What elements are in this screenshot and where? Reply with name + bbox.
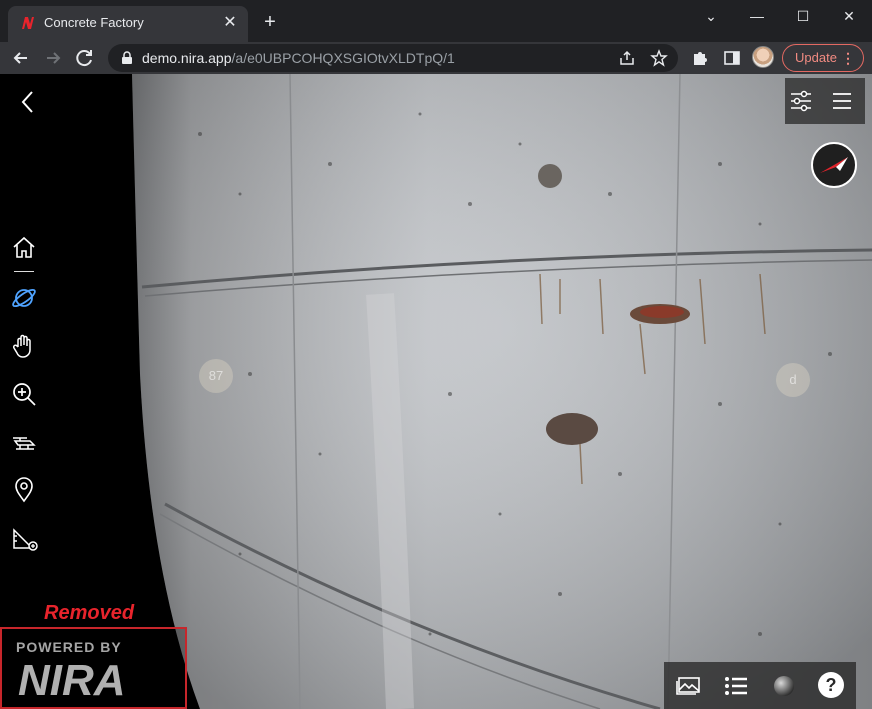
forward-arrow-icon[interactable] (40, 45, 66, 71)
list-icon[interactable] (722, 672, 750, 700)
powered-by-text: POWERED BY (16, 639, 122, 655)
nira-watermark: POWERED BY NIRA (0, 627, 187, 709)
side-panel-icon[interactable] (722, 48, 742, 68)
maximize-button[interactable]: ☐ (780, 0, 826, 32)
share-icon[interactable] (618, 49, 636, 67)
hotspot-marker[interactable]: d (776, 363, 810, 397)
gallery-icon[interactable] (674, 672, 702, 700)
nira-logo-text: NIRA (18, 657, 126, 701)
close-window-button[interactable]: ✕ (826, 0, 872, 32)
nira-logo: NIRA (18, 657, 126, 701)
lock-icon[interactable] (120, 51, 134, 65)
top-right-controls (785, 78, 865, 124)
extensions-puzzle-icon[interactable] (690, 48, 710, 68)
more-menu-icon[interactable]: ⋮ (841, 45, 855, 71)
bookmark-star-icon[interactable] (650, 49, 668, 67)
help-icon[interactable]: ? (818, 672, 844, 698)
home-icon[interactable] (10, 234, 38, 262)
compass-icon[interactable] (810, 141, 858, 189)
hamburger-menu-icon[interactable] (831, 90, 853, 112)
new-tab-button[interactable]: + (258, 10, 282, 34)
url-host: demo.nira.app (142, 50, 232, 66)
pan-hand-icon[interactable] (10, 332, 38, 360)
nira-logo-icon (22, 17, 34, 29)
bottom-toolbar: ? (664, 662, 856, 709)
sphere-icon[interactable] (770, 672, 798, 700)
address-bar[interactable]: demo.nira.app/a/e0UBPCOHQXSGIOtvXLDTpQ/1 (108, 44, 678, 72)
hotspot-marker[interactable]: 87 (199, 359, 233, 393)
orbit-icon[interactable] (10, 284, 38, 312)
browser-tab[interactable]: Concrete Factory ✕ (8, 6, 248, 42)
url-path: /a/e0UBPCOHQXSGIOtvXLDTpQ/1 (231, 50, 455, 66)
zoom-icon[interactable] (10, 380, 38, 408)
model-viewport[interactable]: 87 d ? Removed POWERED BY NIRA (0, 74, 872, 709)
minimize-button[interactable]: — (734, 0, 780, 32)
profile-avatar[interactable] (752, 46, 774, 68)
back-chevron-icon[interactable] (10, 88, 38, 116)
update-button[interactable]: Update ⋮ (782, 44, 864, 72)
browser-toolbar: demo.nira.app/a/e0UBPCOHQXSGIOtvXLDTpQ/1… (0, 42, 872, 74)
reload-icon[interactable] (72, 45, 98, 71)
tab-title: Concrete Factory (44, 15, 144, 30)
tab-close-button[interactable]: ✕ (220, 13, 240, 33)
removed-annotation: Removed (44, 602, 135, 624)
update-label: Update (795, 50, 837, 65)
browser-tabbar: Concrete Factory ✕ + ⌄ — ☐ ✕ (0, 0, 872, 42)
settings-sliders-icon[interactable] (789, 89, 813, 113)
fly-icon[interactable] (10, 428, 38, 456)
measure-icon[interactable] (10, 526, 38, 554)
tab-search-button[interactable]: ⌄ (688, 0, 734, 32)
url-text[interactable]: demo.nira.app/a/e0UBPCOHQXSGIOtvXLDTpQ/1 (142, 50, 455, 66)
back-arrow-icon[interactable] (8, 45, 34, 71)
toolbar-divider (14, 271, 34, 272)
location-pin-icon[interactable] (10, 476, 38, 504)
